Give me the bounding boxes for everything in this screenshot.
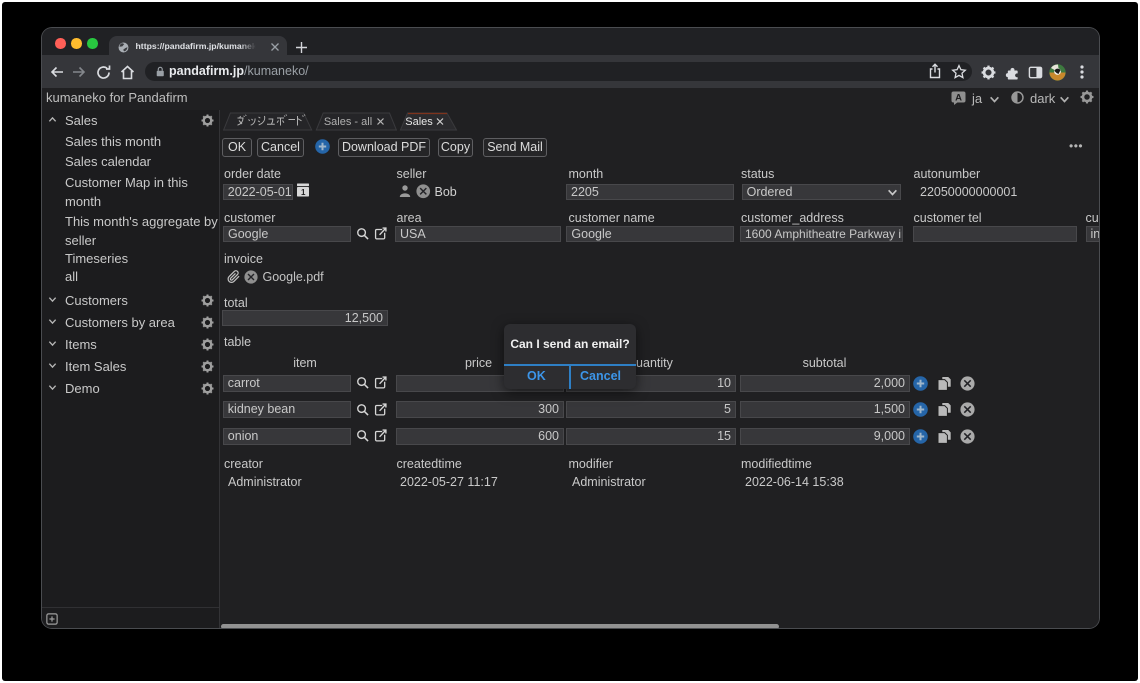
svg-text:Sales: Sales	[405, 116, 433, 128]
svg-text:Sales - all: Sales - all	[324, 116, 372, 128]
svg-text:A: A	[955, 93, 962, 104]
